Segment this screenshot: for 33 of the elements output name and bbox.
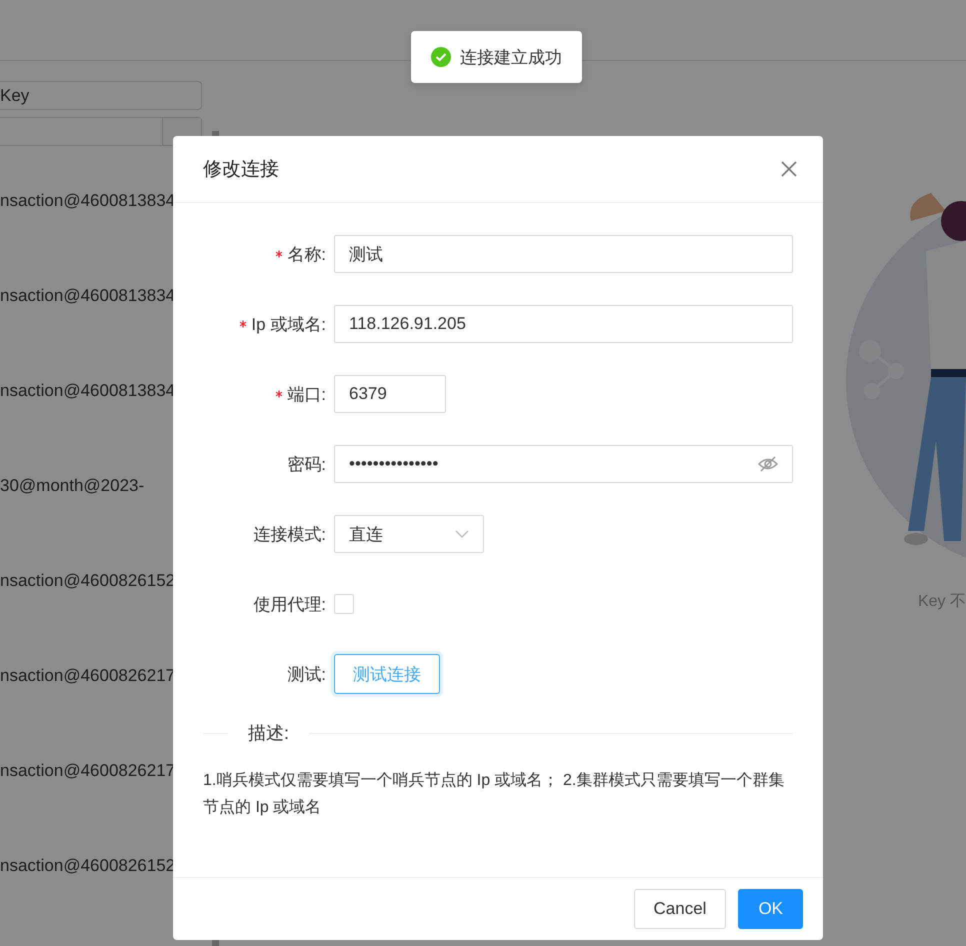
toast-message: 连接建立成功	[460, 46, 562, 68]
text-field[interactable]: 118.126.91.205	[334, 305, 793, 343]
check-circle-icon	[431, 47, 451, 67]
key-list-item[interactable]: nsaction@4600813834	[0, 381, 176, 400]
eye-hidden-icon[interactable]	[758, 456, 778, 472]
key-list-item[interactable]: 30@month@2023-	[0, 476, 144, 495]
section-heading: 描述:	[247, 722, 290, 745]
field-label: 名称:	[287, 244, 326, 266]
text-field[interactable]: 测试	[334, 235, 793, 273]
ok-button[interactable]: OK	[738, 889, 803, 929]
key-list-item[interactable]: nsaction@4600813834	[0, 191, 176, 210]
password-field[interactable]: •••••••••••••••	[334, 445, 793, 483]
mode-select[interactable]: 直连	[334, 515, 484, 553]
field-label: 密码:	[287, 454, 326, 476]
dialog-title: 修改连接	[203, 158, 279, 182]
key-list-item[interactable]: nsaction@4600826152	[0, 856, 176, 875]
cancel-button[interactable]: Cancel	[634, 889, 726, 929]
key-list-item[interactable]: nsaction@4600826152	[0, 571, 176, 590]
empty-state-text: Key 不	[918, 592, 966, 612]
key-list-item[interactable]: nsaction@4600826217	[0, 761, 176, 780]
key-search-field[interactable]: Key	[0, 81, 202, 110]
key-list-item[interactable]: nsaction@4600813834	[0, 286, 176, 305]
description-text: 1.哨兵模式仅需要填写一个哨兵节点的 Ip 或域名； 2.集群模式只需要填写一个群集节点的 Ip 或域名	[203, 770, 786, 818]
proxy-checkbox[interactable]	[334, 594, 354, 614]
close-icon[interactable]	[781, 161, 797, 177]
key-list-item[interactable]: nsaction@4600826217	[0, 666, 176, 685]
field-label: 测试:	[287, 664, 326, 686]
field-label: Ip 或域名:	[251, 314, 326, 336]
field-label: 使用代理:	[253, 594, 326, 616]
chevron-down-icon	[455, 530, 469, 538]
field-label: 端口:	[287, 384, 326, 406]
field-label: 连接模式:	[253, 524, 326, 546]
port-field[interactable]: 6379	[334, 375, 446, 413]
